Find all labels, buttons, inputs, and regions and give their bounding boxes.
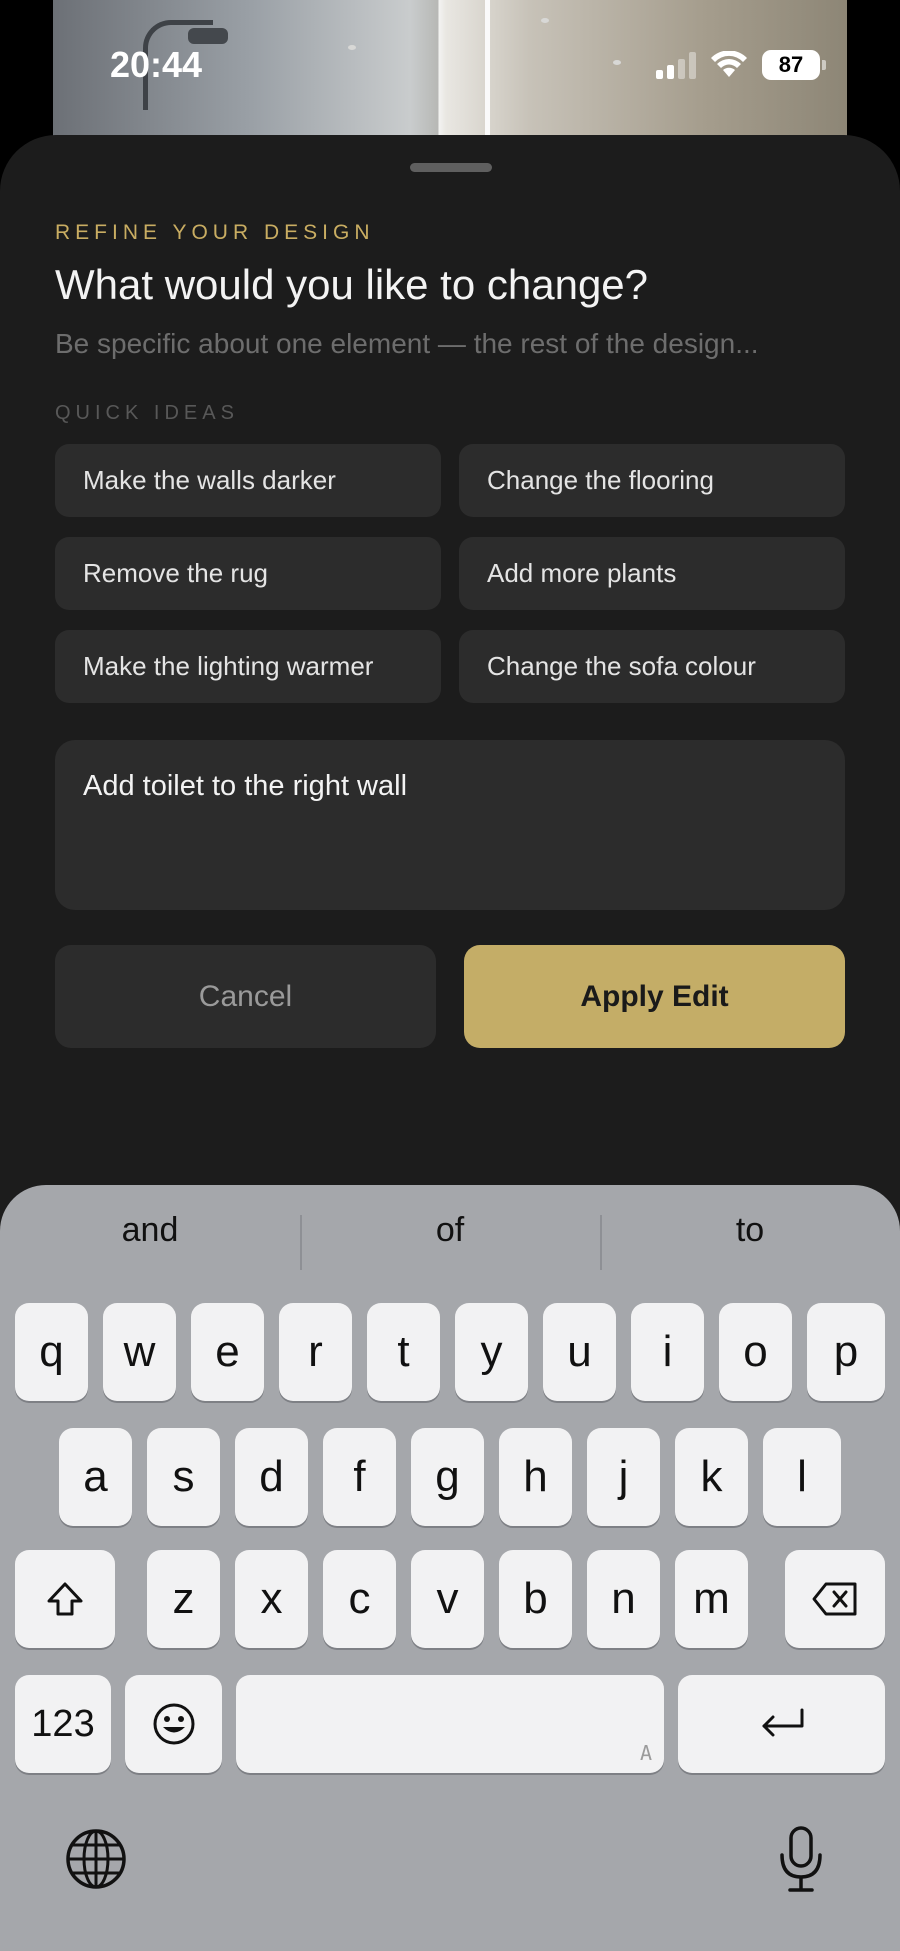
suggestion-bar: and of to [0, 1185, 900, 1275]
key[interactable]: l [763, 1428, 841, 1526]
key[interactable]: i [631, 1303, 704, 1401]
shift-icon [47, 1582, 83, 1616]
quick-idea-chip[interactable]: Change the flooring [459, 444, 845, 517]
key[interactable]: y [455, 1303, 528, 1401]
key[interactable]: t [367, 1303, 440, 1401]
sheet-grabber[interactable] [410, 163, 492, 172]
key[interactable]: v [411, 1550, 484, 1648]
key[interactable]: z [147, 1550, 220, 1648]
key[interactable]: b [499, 1550, 572, 1648]
key[interactable]: g [411, 1428, 484, 1526]
key[interactable]: q [15, 1303, 88, 1401]
quick-idea-chip[interactable]: Change the sofa colour [459, 630, 845, 703]
backspace-key[interactable] [785, 1550, 885, 1648]
globe-icon[interactable] [64, 1827, 128, 1891]
quick-idea-chip[interactable]: Make the walls darker [55, 444, 441, 517]
suggestion[interactable]: and [0, 1185, 300, 1275]
key[interactable]: m [675, 1550, 748, 1648]
return-icon [762, 1708, 803, 1737]
key[interactable]: e [191, 1303, 264, 1401]
quick-idea-chip[interactable]: Remove the rug [55, 537, 441, 610]
key[interactable]: a [59, 1428, 132, 1526]
key[interactable]: f [323, 1428, 396, 1526]
status-time: 20:44 [110, 44, 203, 85]
shower-head [188, 28, 228, 44]
key[interactable]: h [499, 1428, 572, 1526]
wifi-icon [711, 51, 747, 77]
quick-idea-chip[interactable]: Add more plants [459, 537, 845, 610]
return-key[interactable] [678, 1675, 885, 1773]
cellular-signal-icon [656, 51, 696, 79]
battery-icon: 87 [762, 50, 826, 80]
key[interactable]: r [279, 1303, 352, 1401]
backspace-icon [812, 1582, 857, 1616]
microphone-icon[interactable] [776, 1825, 826, 1895]
key[interactable]: d [235, 1428, 308, 1526]
quick-ideas-grid: Make the walls darker Change the floorin… [55, 444, 845, 703]
key[interactable]: k [675, 1428, 748, 1526]
sheet-eyebrow: REFINE YOUR DESIGN [55, 221, 375, 244]
key[interactable]: p [807, 1303, 885, 1401]
edit-request-input[interactable]: Add toilet to the right wall [55, 740, 845, 910]
key[interactable]: j [587, 1428, 660, 1526]
sheet-subtitle: Be specific about one element — the rest… [55, 328, 759, 359]
cancel-button[interactable]: Cancel [55, 945, 436, 1048]
key[interactable]: u [543, 1303, 616, 1401]
ceiling-light [348, 45, 356, 50]
status-indicators: 87 [656, 50, 826, 80]
app-screen: 20:44 87 REFINE YOUR DESIGN What would y… [0, 0, 900, 1951]
ceiling-light [541, 18, 549, 23]
ceiling-light [613, 60, 621, 65]
key[interactable]: n [587, 1550, 660, 1648]
key[interactable]: x [235, 1550, 308, 1648]
emoji-icon [153, 1703, 194, 1745]
key[interactable]: o [719, 1303, 792, 1401]
key[interactable]: w [103, 1303, 176, 1401]
emoji-key[interactable] [125, 1675, 222, 1773]
key[interactable]: c [323, 1550, 396, 1648]
space-hint: A [639, 1741, 652, 1765]
suggestion[interactable]: of [300, 1185, 600, 1275]
space-key[interactable]: A [236, 1675, 664, 1773]
keyboard: and of to q w e r t y u i o p a s d f g … [0, 1185, 900, 1951]
shift-key[interactable] [15, 1550, 115, 1648]
apply-edit-button[interactable]: Apply Edit [464, 945, 845, 1048]
quick-ideas-label: QUICK IDEAS [55, 402, 239, 424]
numbers-key[interactable]: 123 [15, 1675, 111, 1773]
key[interactable]: s [147, 1428, 220, 1526]
wall-edge [485, 0, 490, 150]
sheet-title: What would you like to change? [55, 261, 649, 308]
suggestion[interactable]: to [600, 1185, 900, 1275]
quick-idea-chip[interactable]: Make the lighting warmer [55, 630, 441, 703]
